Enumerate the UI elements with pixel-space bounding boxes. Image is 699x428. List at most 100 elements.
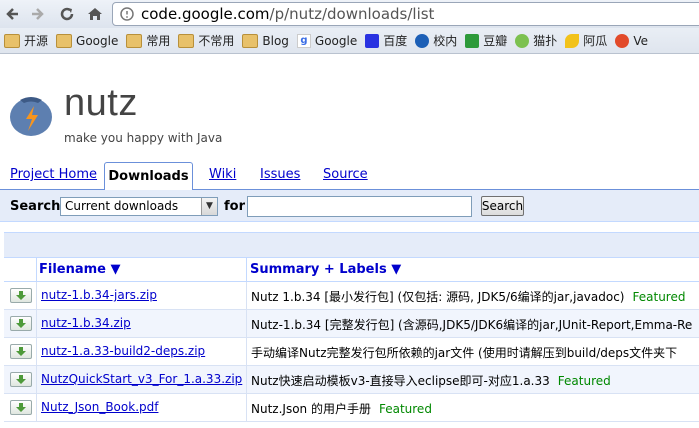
address-bar[interactable]: code.google.com/p/nutz/downloads/list: [112, 2, 699, 26]
table-row: nutz-1.b.34-jars.zip Nutz 1.b.34 [最小发行包]…: [4, 282, 699, 310]
google-icon: g: [296, 33, 311, 48]
bookmark-xiaonei[interactable]: 校内: [415, 32, 457, 49]
filename-column-header[interactable]: Filename ▼: [39, 262, 121, 277]
download-arrow-icon[interactable]: [10, 344, 32, 359]
folder-icon: [178, 33, 195, 48]
download-arrow-icon[interactable]: [10, 372, 32, 387]
back-icon[interactable]: [2, 4, 22, 24]
agua-icon: [565, 33, 580, 48]
summary-cell: Nutz.Json 的用户手册 Featured: [251, 400, 432, 417]
pagination-bar: [4, 232, 699, 258]
download-arrow-icon[interactable]: [10, 288, 32, 303]
summary-text: Nutz 1.b.34 [最小发行包] (仅包括: 源码, JDK5/6编译的j…: [251, 290, 625, 304]
search-label: Search: [10, 199, 61, 214]
column-divider: [246, 338, 247, 366]
tab-downloads-label: Downloads: [108, 169, 189, 184]
summary-cell: Nutz快速启动模板v3-直接导入eclipse即可-对应1.a.33 Featu…: [251, 372, 611, 389]
filename-link[interactable]: nutz-1.a.33-build2-deps.zip: [41, 344, 205, 358]
search-bar: Search Current downloads ▼ for Search: [0, 190, 699, 222]
filename-link[interactable]: NutzQuickStart_v3_For_1.a.33.zip: [41, 372, 242, 386]
bookmark-label: 阿瓜: [583, 34, 608, 48]
featured-label[interactable]: Featured: [633, 290, 686, 304]
search-scope-select[interactable]: Current downloads ▼: [60, 197, 218, 216]
bookmark-mop[interactable]: 猫扑: [515, 32, 557, 49]
douban-icon: [465, 33, 480, 48]
nutz-logo-icon: [7, 90, 55, 138]
bookmark-label: Google: [76, 33, 119, 48]
column-divider: [36, 394, 37, 422]
filename-link[interactable]: Nutz_Json_Book.pdf: [41, 400, 158, 414]
summary-text: Nutz快速启动模板v3-直接导入eclipse即可-对应1.a.33: [251, 374, 550, 388]
tab-wiki[interactable]: Wiki: [209, 167, 236, 182]
featured-label[interactable]: Featured: [558, 374, 611, 388]
bookmark-douban[interactable]: 豆瓣: [465, 32, 507, 49]
project-name: nutz: [64, 82, 138, 124]
filename-link[interactable]: nutz-1.b.34.zip: [41, 316, 131, 330]
bookmark-label: 百度: [383, 34, 408, 48]
summary-column-header[interactable]: Summary + Labels ▼: [250, 262, 401, 277]
mop-icon: [515, 33, 530, 48]
bookmark-agua[interactable]: 阿瓜: [565, 32, 607, 49]
search-button[interactable]: Search: [481, 196, 524, 216]
xiaonei-icon: [415, 33, 430, 48]
bookmark-label: 猫扑: [533, 34, 558, 48]
bookmark-google[interactable]: g Google: [296, 33, 358, 48]
folder-icon: [4, 33, 20, 48]
bookmark-folder-blog[interactable]: Blog: [242, 33, 289, 48]
filename-link[interactable]: nutz-1.b.34-jars.zip: [41, 288, 157, 302]
summary-text: Nutz.Json 的用户手册: [251, 402, 371, 416]
bookmark-folder-uncommon[interactable]: 不常用: [178, 32, 234, 49]
summary-cell: Nutz-1.b.34 [完整发行包] (含源码,JDK5/JDK6编译的jar…: [251, 316, 692, 333]
table-row: Nutz_Json_Book.pdf Nutz.Json 的用户手册 Featur…: [4, 394, 699, 422]
bookmark-label: 开源: [24, 34, 49, 48]
download-arrow-icon[interactable]: [10, 400, 32, 415]
bookmark-label: Google: [314, 33, 358, 48]
download-arrow-icon[interactable]: [10, 316, 32, 331]
page-icon: [119, 6, 135, 22]
tab-downloads[interactable]: Downloads: [104, 162, 193, 191]
column-divider: [246, 282, 247, 310]
table-header: Filename ▼ Summary + Labels ▼: [4, 258, 699, 282]
column-divider: [36, 310, 37, 338]
bookmark-label: 校内: [433, 34, 458, 48]
bookmark-folder-common[interactable]: 常用: [126, 32, 170, 49]
tab-issues[interactable]: Issues: [260, 167, 300, 182]
folder-icon: [56, 33, 73, 48]
folder-icon: [126, 33, 143, 48]
baidu-icon: [365, 33, 380, 48]
search-input[interactable]: [247, 196, 472, 217]
column-divider: [246, 310, 247, 338]
bookmark-folder-google[interactable]: Google: [56, 33, 119, 48]
bookmark-folder-opensource[interactable]: 开源: [4, 32, 48, 49]
bookmark-label: 豆瓣: [483, 34, 508, 48]
ve-icon: [615, 33, 630, 48]
table-row: nutz-1.a.33-build2-deps.zip 手动编译Nutz完整发行…: [4, 338, 699, 366]
browser-toolbar: code.google.com/p/nutz/downloads/list: [0, 0, 699, 28]
bookmark-ve[interactable]: Ve: [615, 33, 648, 48]
forward-icon[interactable]: [28, 4, 48, 24]
reload-icon[interactable]: [57, 4, 77, 24]
for-label: for: [224, 199, 245, 214]
home-icon[interactable]: [85, 4, 105, 24]
folder-icon: [242, 33, 259, 48]
tab-source[interactable]: Source: [323, 167, 368, 182]
url-text: code.google.com/p/nutz/downloads/list: [141, 5, 434, 23]
bookmark-label: 不常用: [198, 34, 235, 48]
table-row: NutzQuickStart_v3_For_1.a.33.zip Nutz快速启…: [4, 366, 699, 394]
bookmark-baidu[interactable]: 百度: [365, 32, 407, 49]
column-divider: [246, 366, 247, 394]
summary-cell: Nutz 1.b.34 [最小发行包] (仅包括: 源码, JDK5/6编译的j…: [251, 288, 685, 305]
summary-text: Nutz-1.b.34 [完整发行包] (含源码,JDK5/JDK6编译的jar…: [251, 318, 693, 332]
bookmark-label: Ve: [633, 33, 648, 48]
featured-label[interactable]: Featured: [379, 402, 432, 416]
chevron-down-icon[interactable]: ▼: [201, 198, 217, 215]
url-path: /p/nutz/downloads/list: [269, 5, 435, 23]
column-divider: [36, 366, 37, 394]
search-scope-value: Current downloads: [65, 199, 179, 213]
table-row: nutz-1.b.34.zip Nutz-1.b.34 [完整发行包] (含源码…: [4, 310, 699, 338]
bookmark-label: 常用: [146, 34, 171, 48]
tab-project-home[interactable]: Project Home: [10, 167, 97, 182]
summary-text: 手动编译Nutz完整发行包所依赖的jar文件 (使用时请解压到build/dep…: [251, 346, 678, 360]
column-divider: [36, 282, 37, 310]
bookmark-label: Blog: [262, 33, 289, 48]
